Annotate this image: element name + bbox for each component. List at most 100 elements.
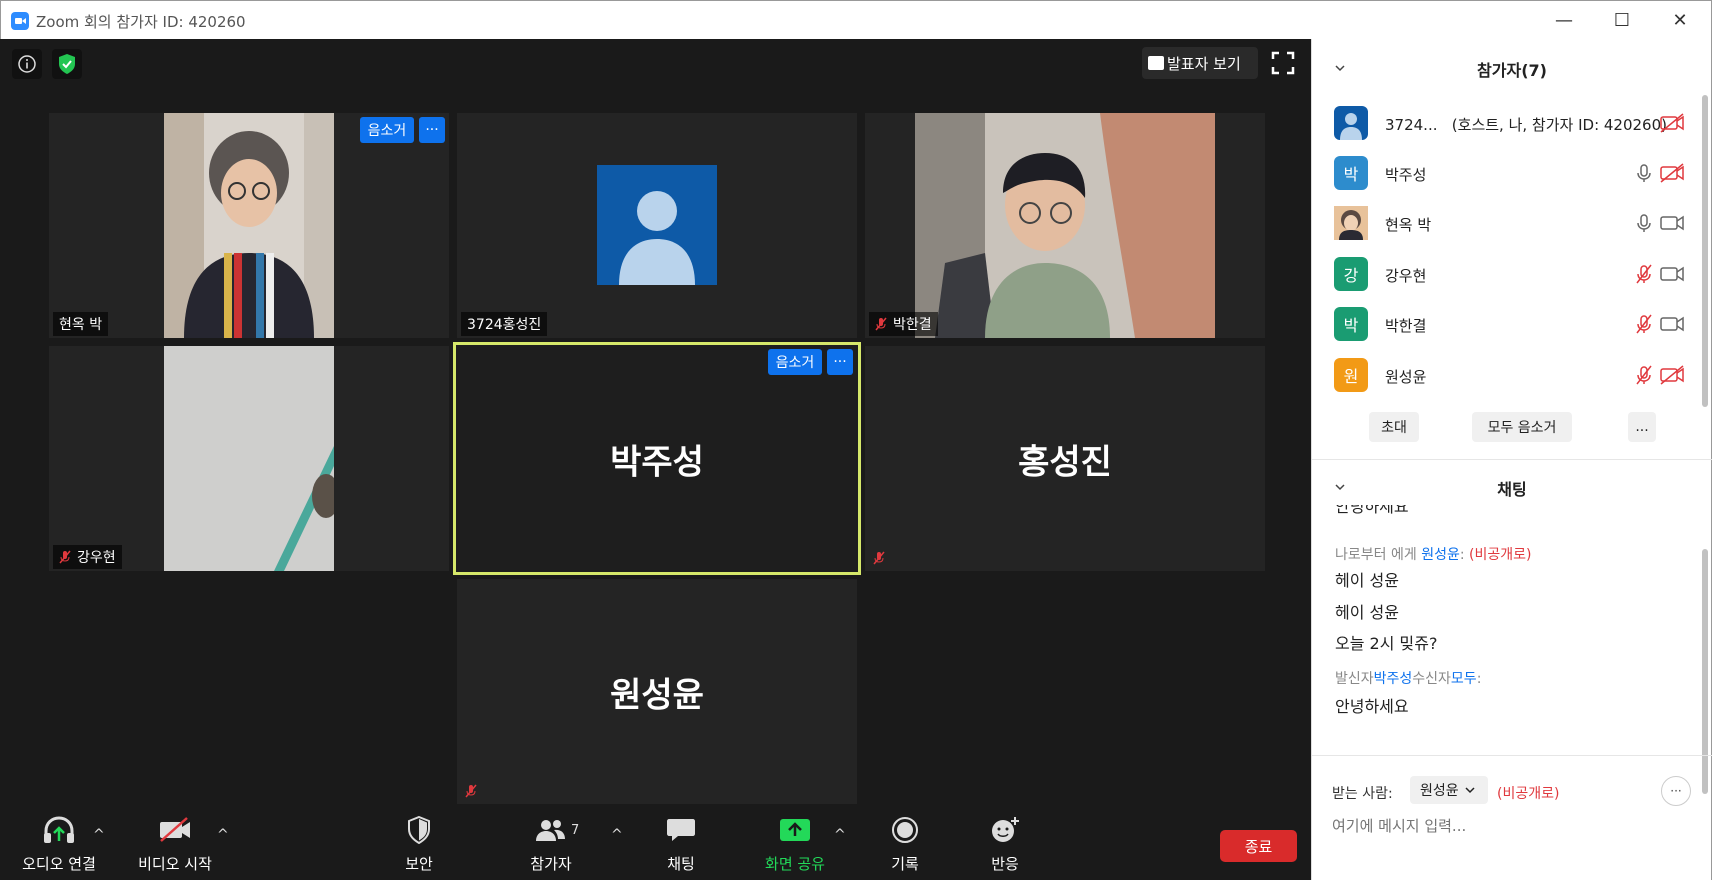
participant-row[interactable]: 박 박주성 bbox=[1334, 153, 1694, 193]
audio-connect-button[interactable]: 오디오 연결 bbox=[13, 809, 105, 880]
security-label: 보안 bbox=[405, 855, 433, 873]
video-on-icon[interactable] bbox=[1659, 314, 1685, 334]
record-label: 기록 bbox=[891, 855, 919, 873]
video-tile-jusung-active-speaker[interactable]: 음소거 ··· 박주성 bbox=[453, 342, 861, 575]
participants-options-caret[interactable]: ^ bbox=[611, 827, 623, 843]
chat-message-header: 발신자박주성수신자모두: bbox=[1335, 671, 1482, 687]
tile-big-name: 박주성 bbox=[610, 442, 704, 482]
participant-row[interactable]: 강 강우현 bbox=[1334, 254, 1694, 294]
section-divider bbox=[1312, 755, 1712, 756]
share-screen-label: 화면 공유 bbox=[765, 855, 825, 873]
tile-name-tag: 3724홍성진 bbox=[461, 312, 548, 336]
participant-name: 박한결 bbox=[1385, 317, 1427, 335]
tile-more-button[interactable]: ··· bbox=[827, 349, 853, 375]
video-tile-seongyun[interactable]: 원성윤 bbox=[457, 579, 857, 804]
profile-photo-icon bbox=[1334, 206, 1368, 240]
section-divider bbox=[1312, 459, 1712, 460]
default-avatar-icon bbox=[1340, 113, 1362, 140]
start-video-label: 비디오 시작 bbox=[138, 855, 212, 873]
tile-more-button[interactable]: ··· bbox=[419, 117, 445, 143]
chat-message-input[interactable] bbox=[1332, 813, 1692, 839]
record-icon bbox=[885, 813, 925, 847]
participant-row[interactable]: 현옥 박 bbox=[1334, 203, 1694, 243]
video-off-icon[interactable] bbox=[1659, 113, 1685, 133]
reactions-button[interactable]: 반응 bbox=[975, 809, 1035, 880]
tile-name-tag bbox=[461, 782, 487, 802]
participant-name: 강우현 bbox=[1385, 267, 1427, 285]
participant-name: 3724... (호스트, 나, 참가자 ID: 420260) bbox=[1385, 116, 1667, 134]
video-off-icon[interactable] bbox=[1659, 365, 1685, 385]
mic-icon[interactable] bbox=[1634, 163, 1654, 183]
participant-video-feed bbox=[915, 113, 1215, 338]
end-meeting-button[interactable]: 종료 bbox=[1220, 830, 1297, 862]
security-button[interactable]: 보안 bbox=[389, 809, 449, 880]
record-button[interactable]: 기록 bbox=[875, 809, 935, 880]
video-on-icon[interactable] bbox=[1659, 264, 1685, 284]
chat-message-text: 안녕하세요 bbox=[1335, 697, 1409, 716]
fullscreen-icon[interactable] bbox=[1270, 50, 1296, 76]
chat-scrollbar[interactable] bbox=[1702, 549, 1708, 794]
chat-message-text: 헤이 성윤 bbox=[1335, 571, 1399, 590]
participant-row[interactable]: 3724... (호스트, 나, 참가자 ID: 420260) bbox=[1334, 103, 1694, 143]
tile-name-tag: 박한결 bbox=[869, 312, 938, 336]
start-video-button[interactable]: 비디오 시작 bbox=[129, 809, 221, 880]
chat-more-button[interactable]: ··· bbox=[1661, 776, 1691, 806]
invite-button[interactable]: 초대 bbox=[1369, 412, 1419, 442]
chat-button[interactable]: 채팅 bbox=[651, 809, 711, 880]
maximize-button[interactable]: ☐ bbox=[1593, 1, 1651, 40]
mic-icon[interactable] bbox=[1634, 213, 1654, 233]
participants-more-button[interactable]: ... bbox=[1628, 412, 1656, 442]
headphones-icon bbox=[39, 813, 79, 847]
tile-mute-button[interactable]: 음소거 bbox=[768, 349, 822, 375]
participant-row[interactable]: 원 원성윤 bbox=[1334, 355, 1694, 395]
video-tile-seongjin[interactable]: 홍성진 bbox=[865, 346, 1265, 571]
video-on-icon[interactable] bbox=[1659, 213, 1685, 233]
participant-name: 원성윤 bbox=[1385, 368, 1427, 386]
participant-video-feed bbox=[164, 113, 334, 338]
chevron-down-icon bbox=[1465, 787, 1475, 794]
avatar bbox=[1334, 106, 1368, 140]
participants-count: 7 bbox=[571, 823, 580, 838]
side-panel: 참가자(7) 3724... (호스트, 나, 참가자 ID: 420260) … bbox=[1311, 39, 1712, 880]
speaker-view-label: 발표자 보기 bbox=[1167, 54, 1241, 73]
muted-mic-icon bbox=[465, 784, 477, 798]
minimize-button[interactable]: — bbox=[1535, 1, 1593, 40]
avatar bbox=[1334, 206, 1368, 240]
chat-message-text: 안녕하세요 bbox=[1335, 505, 1409, 516]
speaker-view-button[interactable]: 발표자 보기 bbox=[1142, 47, 1258, 79]
video-tile-woohyun[interactable]: 강우현 bbox=[49, 346, 449, 571]
participant-video-feed bbox=[164, 346, 334, 571]
recipient-select[interactable]: 원성윤 bbox=[1410, 776, 1488, 804]
share-options-caret[interactable]: ^ bbox=[834, 827, 846, 843]
participants-scrollbar[interactable] bbox=[1702, 95, 1708, 407]
meeting-info-icon[interactable] bbox=[12, 49, 42, 79]
muted-mic-icon bbox=[875, 317, 887, 331]
recipient-label: 받는 사람: bbox=[1332, 786, 1393, 802]
share-screen-button[interactable]: 화면 공유 bbox=[753, 809, 837, 880]
avatar: 박 bbox=[1334, 307, 1368, 341]
video-tile-hyunok[interactable]: 음소거 ··· 현옥 박 bbox=[49, 113, 449, 338]
muted-mic-icon[interactable] bbox=[1634, 264, 1654, 284]
participant-row[interactable]: 박 박한결 bbox=[1334, 304, 1694, 344]
default-avatar-icon bbox=[597, 165, 717, 285]
video-options-caret[interactable]: ^ bbox=[217, 827, 229, 843]
muted-mic-icon bbox=[873, 551, 885, 565]
muted-mic-icon bbox=[59, 550, 71, 564]
mute-all-button[interactable]: 모두 음소거 bbox=[1472, 412, 1572, 442]
video-tile-hangyeol[interactable]: 박한결 bbox=[865, 113, 1265, 338]
close-button[interactable]: ✕ bbox=[1651, 1, 1709, 40]
avatar: 원 bbox=[1334, 358, 1368, 392]
muted-mic-icon[interactable] bbox=[1634, 314, 1654, 334]
participants-button[interactable]: 참가자 bbox=[519, 809, 583, 880]
encryption-shield-icon[interactable] bbox=[52, 49, 82, 79]
video-off-icon[interactable] bbox=[1659, 163, 1685, 183]
video-tile-3724[interactable]: 3724홍성진 bbox=[457, 113, 857, 338]
reactions-label: 반응 bbox=[991, 855, 1019, 873]
chat-message-text: 헤이 성윤 bbox=[1335, 603, 1399, 622]
chat-message-list[interactable]: 안녕하세요 나로부터 에게 원성윤: (비공개로) 헤이 성윤 헤이 성윤 오늘… bbox=[1312, 505, 1707, 739]
tile-mute-button[interactable]: 음소거 bbox=[360, 117, 414, 143]
tile-name-tag bbox=[869, 549, 895, 569]
tile-name-tag: 강우현 bbox=[53, 545, 122, 569]
audio-options-caret[interactable]: ^ bbox=[93, 827, 105, 843]
muted-mic-icon[interactable] bbox=[1634, 365, 1654, 385]
